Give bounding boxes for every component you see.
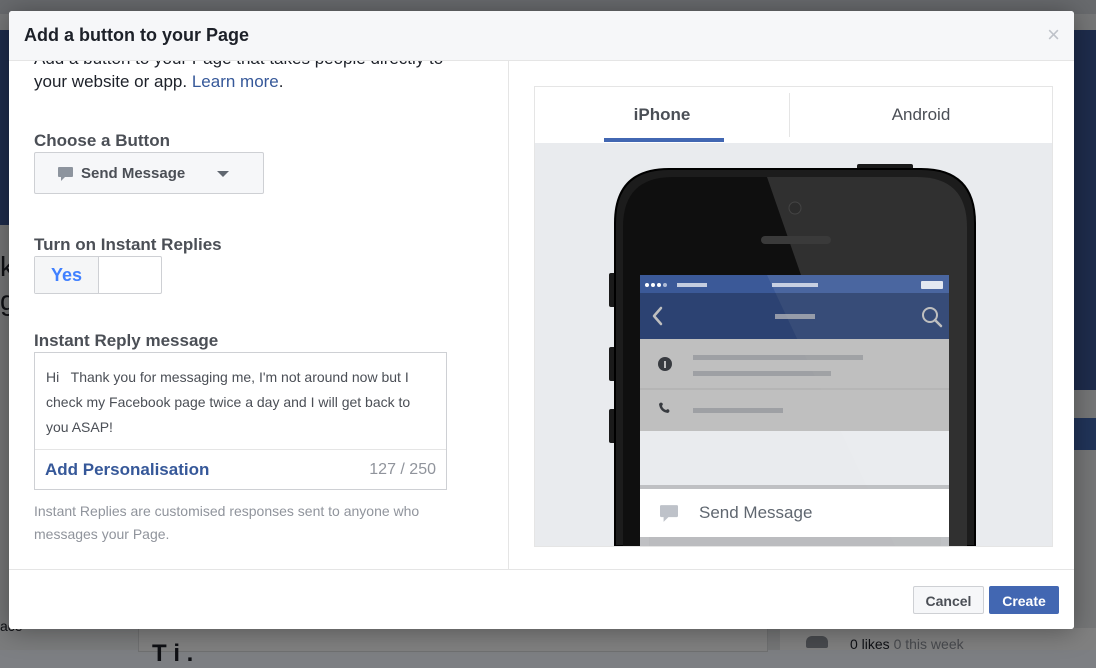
preview-tabs: iPhone Android — [535, 87, 1052, 143]
close-icon[interactable]: × — [1047, 24, 1060, 46]
reply-message-input[interactable]: Hi Thank you for messaging me, I'm not a… — [46, 365, 436, 445]
active-tab-indicator — [604, 138, 724, 142]
tab-iphone[interactable]: iPhone — [535, 87, 789, 143]
background-section-fragment: T i . — [152, 640, 194, 667]
toggle-yes-label: Yes — [35, 257, 99, 293]
add-button-dialog: Add a button to your Page × Add a button… — [9, 11, 1074, 629]
chevron-down-icon — [217, 171, 229, 177]
phone-illustration — [609, 164, 976, 546]
preview-send-message-row: Send Message — [640, 489, 949, 537]
learn-more-link[interactable]: Learn more — [192, 72, 279, 91]
instant-replies-toggle[interactable]: Yes — [34, 256, 162, 294]
dialog-title: Add a button to your Page — [24, 25, 249, 45]
reply-message-footer: Add Personalisation 127 / 250 — [35, 449, 446, 490]
reply-message-box: Hi Thank you for messaging me, I'm not a… — [34, 352, 447, 490]
character-count: 127 / 250 — [369, 461, 436, 478]
background-blue-button — [1074, 418, 1096, 450]
likes-icon — [806, 636, 828, 648]
phone-preview: Send Message — [535, 143, 1052, 546]
signal-dot — [657, 283, 661, 287]
reply-message-label: Instant Reply message — [34, 331, 219, 350]
signal-dot — [645, 283, 649, 287]
dialog-header: Add a button to your Page × — [9, 11, 1074, 61]
preview-panel: iPhone Android Send Message — [534, 86, 1053, 547]
intro-text: Add a button to your Page that takes peo… — [34, 61, 464, 93]
intro-period: . — [278, 72, 284, 91]
carrier-bar — [677, 283, 707, 287]
signal-dot — [663, 283, 667, 287]
signal-dot — [651, 283, 655, 287]
selected-button-label: Send Message — [81, 165, 186, 182]
message-bubble-icon — [58, 167, 73, 186]
instant-replies-help: Instant Replies are customised responses… — [34, 503, 420, 542]
instant-replies-label: Turn on Instant Replies — [34, 235, 222, 254]
panel-divider — [508, 61, 509, 569]
create-button[interactable]: Create — [989, 586, 1059, 614]
button-type-select[interactable]: Send Message — [34, 152, 264, 194]
phone-camera — [788, 201, 802, 215]
choose-button-label: Choose a Button — [34, 131, 170, 150]
cancel-button[interactable]: Cancel — [913, 586, 984, 614]
dialog-footer: Cancel Create — [9, 569, 1074, 629]
screen-dim-top — [640, 293, 949, 431]
phone-speaker — [761, 236, 831, 244]
settings-panel: Add a button to your Page that takes peo… — [9, 61, 508, 569]
preview-send-message-label: Send Message — [699, 503, 813, 522]
background-cover-right — [1074, 30, 1096, 390]
add-personalisation-link[interactable]: Add Personalisation — [45, 460, 209, 480]
tab-android[interactable]: Android — [790, 87, 1052, 143]
background-bottom-card — [138, 628, 768, 652]
